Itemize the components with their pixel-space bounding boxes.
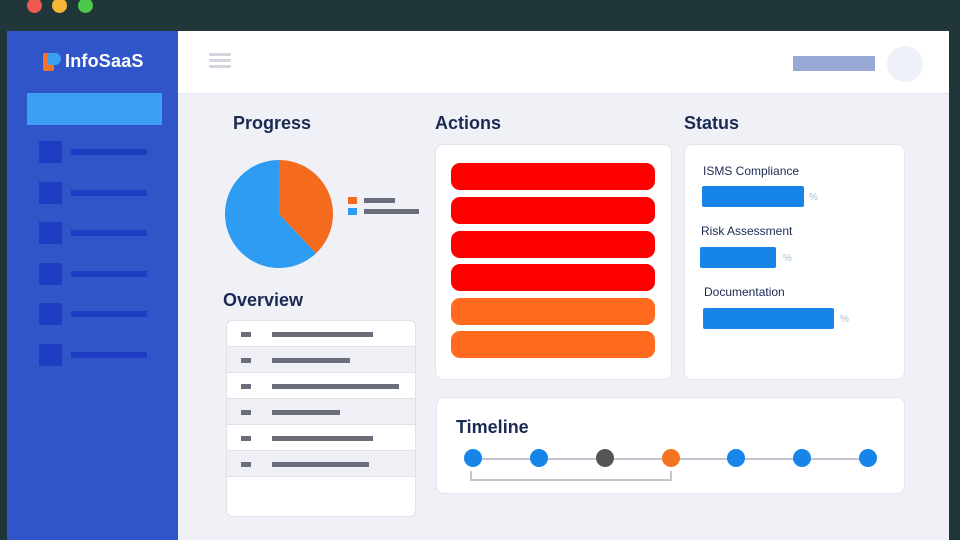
list-item[interactable] bbox=[227, 451, 415, 477]
action-button-6[interactable] bbox=[451, 331, 655, 358]
timeline-node-6[interactable] bbox=[793, 449, 811, 467]
action-button-3[interactable] bbox=[451, 231, 655, 258]
text-placeholder bbox=[272, 332, 373, 337]
status-pct-docs: % bbox=[840, 314, 849, 325]
timeline-node-2[interactable] bbox=[530, 449, 548, 467]
status-title: Status bbox=[684, 113, 740, 133]
list-item[interactable] bbox=[227, 425, 415, 451]
sidebar-item-label-placeholder bbox=[71, 311, 147, 317]
list-item[interactable] bbox=[227, 347, 415, 373]
status-label-risk: Risk Assessment bbox=[701, 224, 793, 238]
status-label-docs: Documentation bbox=[704, 285, 785, 299]
square-icon bbox=[39, 182, 62, 204]
legend-swatch-orange bbox=[348, 197, 357, 204]
status-card: ISMS Compliance % Risk Assessment % Docu… bbox=[684, 144, 905, 380]
timeline-title: Timeline bbox=[456, 417, 529, 437]
action-button-1[interactable] bbox=[451, 163, 655, 190]
maximize-window-button[interactable] bbox=[78, 0, 93, 13]
action-button-2[interactable] bbox=[451, 197, 655, 224]
text-placeholder bbox=[272, 358, 350, 363]
sidebar-item-6[interactable] bbox=[39, 344, 149, 366]
sidebar-item-4[interactable] bbox=[39, 263, 149, 285]
sidebar: InfoSaaS bbox=[7, 31, 178, 540]
timeline-card: Timeline bbox=[436, 397, 905, 494]
bullet-icon bbox=[241, 410, 251, 415]
square-icon bbox=[39, 222, 62, 244]
status-bar-docs bbox=[703, 308, 834, 329]
square-icon bbox=[39, 303, 62, 325]
status-pct-isms: % bbox=[809, 192, 818, 203]
actions-title: Actions bbox=[435, 113, 502, 133]
app-logo[interactable]: InfoSaaS bbox=[43, 51, 144, 72]
sidebar-item-label-placeholder bbox=[71, 352, 147, 358]
timeline-node-3[interactable] bbox=[596, 449, 614, 467]
sidebar-item-label-placeholder bbox=[71, 230, 147, 236]
legend-swatch-blue bbox=[348, 208, 357, 215]
header-placeholder-bar[interactable] bbox=[793, 56, 875, 71]
text-placeholder bbox=[272, 384, 399, 389]
sidebar-item-3[interactable] bbox=[39, 222, 149, 244]
sidebar-item-label-placeholder bbox=[71, 271, 147, 277]
actions-card bbox=[435, 144, 672, 380]
status-pct-risk: % bbox=[783, 253, 792, 264]
text-placeholder bbox=[272, 462, 369, 467]
close-window-button[interactable] bbox=[27, 0, 42, 13]
minimize-window-button[interactable] bbox=[52, 0, 67, 13]
action-button-4[interactable] bbox=[451, 264, 655, 291]
overview-list bbox=[226, 320, 416, 517]
avatar[interactable] bbox=[887, 46, 923, 82]
logo-icon bbox=[43, 52, 61, 71]
timeline-node-4[interactable] bbox=[662, 449, 680, 467]
action-button-5[interactable] bbox=[451, 298, 655, 325]
square-icon bbox=[39, 141, 62, 163]
timeline-range-bracket bbox=[470, 471, 672, 481]
progress-title: Progress bbox=[233, 113, 312, 133]
progress-pie-chart bbox=[225, 160, 333, 268]
list-item[interactable] bbox=[227, 399, 415, 425]
bullet-icon bbox=[241, 462, 251, 467]
app-window: InfoSaaS Progress Actions Status Overvie… bbox=[7, 31, 949, 540]
text-placeholder bbox=[272, 410, 340, 415]
legend-label-placeholder bbox=[364, 198, 395, 203]
sidebar-item-1[interactable] bbox=[39, 141, 149, 163]
sidebar-item-label-placeholder bbox=[71, 149, 147, 155]
list-item[interactable] bbox=[227, 373, 415, 399]
top-header bbox=[178, 31, 949, 94]
text-placeholder bbox=[272, 436, 373, 441]
legend-label-placeholder bbox=[364, 209, 419, 214]
bullet-icon bbox=[241, 332, 251, 337]
bullet-icon bbox=[241, 436, 251, 441]
square-icon bbox=[39, 344, 62, 366]
timeline-node-1[interactable] bbox=[464, 449, 482, 467]
sidebar-item-2[interactable] bbox=[39, 182, 149, 204]
app-name: InfoSaaS bbox=[65, 51, 144, 71]
sidebar-item-5[interactable] bbox=[39, 303, 149, 325]
status-label-isms: ISMS Compliance bbox=[703, 164, 800, 178]
sidebar-item-active[interactable] bbox=[27, 93, 162, 125]
status-bar-risk bbox=[700, 247, 776, 268]
window-title-bar bbox=[0, 0, 960, 31]
timeline-node-7[interactable] bbox=[859, 449, 877, 467]
bullet-icon bbox=[241, 384, 251, 389]
timeline-node-5[interactable] bbox=[727, 449, 745, 467]
status-bar-isms bbox=[702, 186, 804, 207]
bullet-icon bbox=[241, 358, 251, 363]
hamburger-menu-icon[interactable] bbox=[209, 53, 231, 69]
overview-title: Overview bbox=[223, 290, 304, 310]
sidebar-item-label-placeholder bbox=[71, 190, 147, 196]
list-item[interactable] bbox=[227, 321, 415, 347]
square-icon bbox=[39, 263, 62, 285]
